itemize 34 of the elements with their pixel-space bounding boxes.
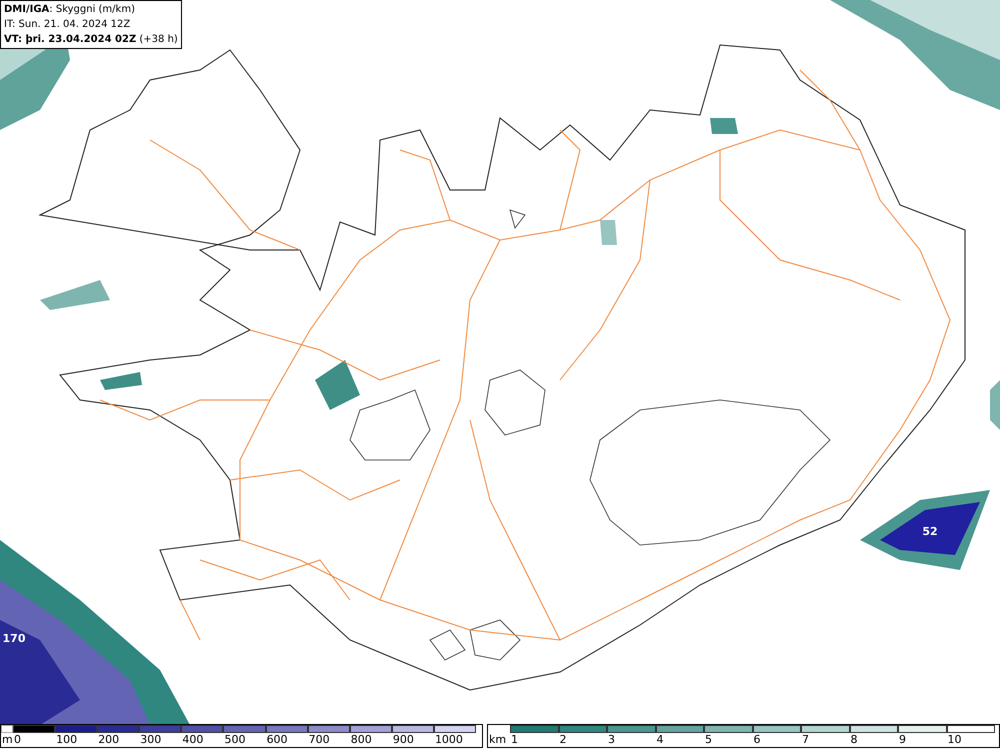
legend-label: 300 <box>139 733 162 747</box>
legend-label: 500 <box>223 733 246 747</box>
legend-label: 600 <box>266 733 289 747</box>
legend-label: 200 <box>97 733 120 747</box>
legend-label: 400 <box>181 733 204 747</box>
legend-label: 3 <box>607 733 616 747</box>
fog-patch <box>315 360 360 410</box>
fog-patch <box>40 280 110 310</box>
legend-label: 700 <box>308 733 331 747</box>
legend-unit: m <box>1 733 13 747</box>
map-title: DMI/IGA: Skyggni (m/km) <box>4 3 136 17</box>
fog-patch <box>600 220 617 245</box>
legend-label: 1000 <box>434 733 464 747</box>
legend-label: 6 <box>752 733 762 747</box>
legend-label: 5 <box>704 733 713 747</box>
legend-label: 2 <box>558 733 568 747</box>
fog-patch <box>990 380 1000 430</box>
visibility-value: 52 <box>922 525 938 538</box>
fog-patch <box>100 372 142 390</box>
legend-label: 8 <box>850 733 858 747</box>
issue-time: IT: Sun. 21. 04. 2024 12Z <box>4 18 132 32</box>
legend-label: 4 <box>656 733 664 747</box>
legend-unit: km <box>488 733 508 747</box>
fog-patch <box>710 118 738 134</box>
legend-label: 1 <box>510 733 519 747</box>
valid-time: VT: þri. 23.04.2024 02Z (+38 h) <box>4 33 178 47</box>
legend-label: 100 <box>55 733 78 747</box>
legend-label: 800 <box>350 733 373 747</box>
legend-label: 7 <box>801 733 810 747</box>
visibility-value: 170 <box>2 632 26 645</box>
legend-label: 0 <box>13 733 22 747</box>
legend-label: 900 <box>392 733 415 747</box>
legend-label: 10 <box>946 733 962 747</box>
legend-label: 9 <box>898 733 907 747</box>
